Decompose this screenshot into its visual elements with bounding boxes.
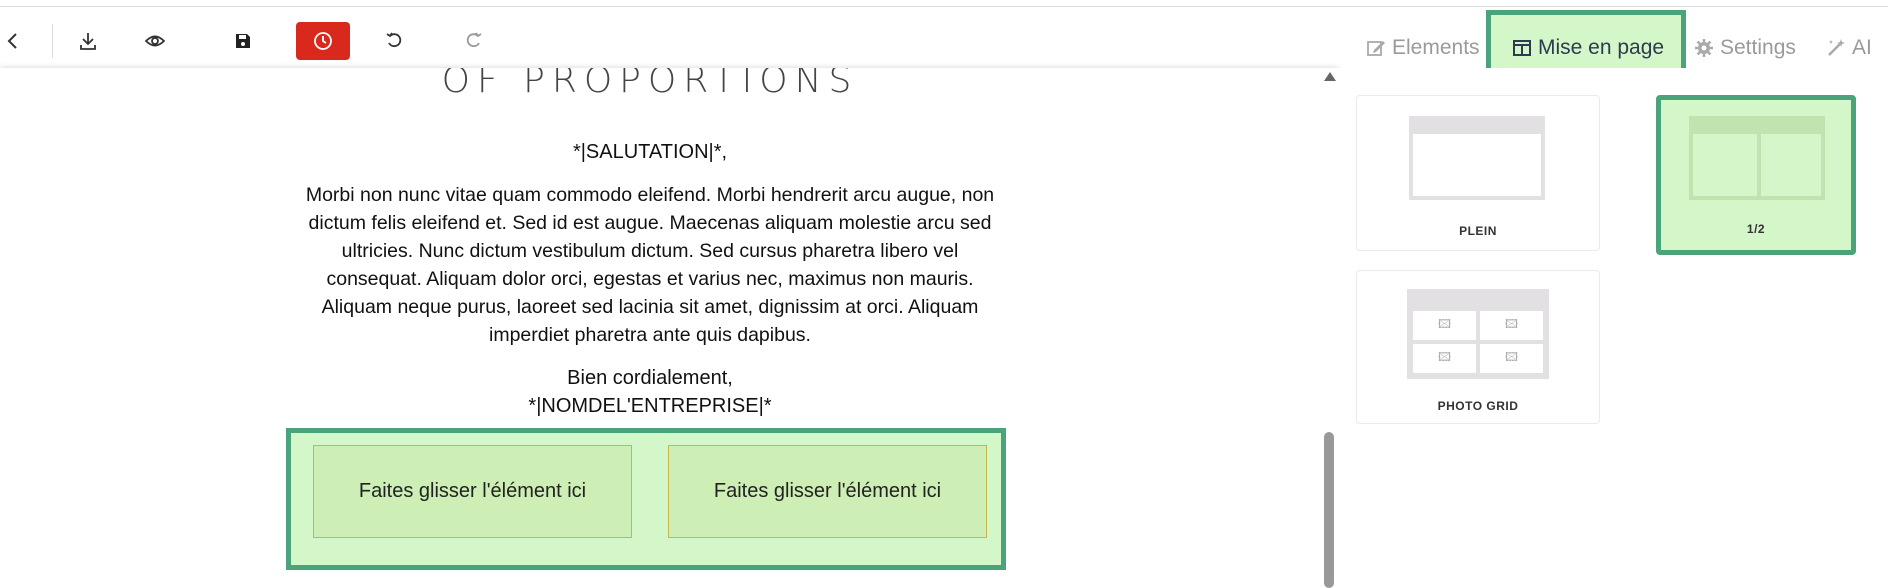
- drop-zone-left[interactable]: Faites glisser l'élément ici: [313, 445, 632, 538]
- columns-icon: [1513, 40, 1531, 56]
- undo-button[interactable]: [368, 22, 422, 60]
- half-layout-thumbnail-icon: [1689, 116, 1825, 200]
- tab-ai[interactable]: AI: [1826, 28, 1872, 68]
- save-button[interactable]: [216, 22, 270, 60]
- layout-card-photo-grid-label: PHOTO GRID: [1437, 399, 1519, 413]
- tab-settings[interactable]: Settings: [1694, 28, 1796, 68]
- download-icon: [80, 33, 96, 50]
- layout-card-photo-grid[interactable]: 🖾 🖾 🖾 🖾 PHOTO GRID: [1356, 270, 1600, 424]
- canvas-scrollbar[interactable]: [1320, 68, 1338, 588]
- closing-line-1: Bien cordialement,: [567, 367, 733, 389]
- two-column-block[interactable]: Faites glisser l'élément ici Faites glis…: [286, 428, 1006, 570]
- undo-icon: [386, 32, 402, 48]
- layout-card-full-label: PLEIN: [1459, 224, 1497, 238]
- thumbnail-divider: [1757, 134, 1761, 200]
- tab-settings-label: Settings: [1720, 36, 1796, 59]
- layout-card-full[interactable]: PLEIN: [1356, 95, 1600, 251]
- back-button[interactable]: [0, 22, 40, 60]
- window-top-border: [0, 0, 1888, 7]
- tab-elements-label: Elements: [1392, 36, 1480, 59]
- closing-line-2: *|NOMDEL'ENTREPRISE|*: [528, 395, 772, 417]
- image-placeholder-icon: 🖾: [1480, 344, 1543, 373]
- redo-icon: [466, 32, 482, 48]
- toolbar-separator: [52, 24, 53, 58]
- magic-wand-icon: [1828, 39, 1845, 56]
- tab-elements[interactable]: Elements: [1366, 28, 1480, 68]
- thumbnail-header: [1413, 120, 1541, 134]
- history-button[interactable]: [296, 22, 350, 60]
- tab-ai-label: AI: [1852, 36, 1872, 59]
- gear-icon: [1695, 39, 1713, 57]
- tab-layout-label: Mise en page: [1538, 36, 1665, 59]
- image-placeholder-icon: 🖾: [1413, 344, 1476, 373]
- image-placeholder-icon: 🖾: [1413, 311, 1476, 340]
- thumbnail-header: [1693, 120, 1821, 134]
- email-salutation[interactable]: *|SALUTATION|*,: [300, 141, 1000, 164]
- edit-icon: [1367, 41, 1385, 56]
- layout-card-half[interactable]: 1/2: [1656, 95, 1856, 255]
- layout-card-half-label: 1/2: [1746, 222, 1766, 236]
- photo-grid-thumbnail-icon: 🖾 🖾 🖾 🖾: [1407, 289, 1549, 379]
- tab-layout[interactable]: Mise en page: [1512, 28, 1664, 68]
- email-body-text[interactable]: Morbi non nunc vitae quam commodo eleife…: [300, 181, 1000, 349]
- scroll-up-arrow-icon[interactable]: [1324, 72, 1336, 81]
- drop-zone-right[interactable]: Faites glisser l'élément ici: [668, 445, 987, 538]
- image-placeholder-icon: 🖾: [1480, 311, 1543, 340]
- chevron-left-icon: [7, 33, 17, 49]
- email-closing[interactable]: Bien cordialement, *|NOMDEL'ENTREPRISE|*: [300, 364, 1000, 420]
- layout-panel: PLEIN 1/2 🖾 🖾 🖾 🖾 PHOTO GRID: [1338, 68, 1888, 588]
- email-canvas: OF PROPORTIONS *|SALUTATION|*, Morbi non…: [0, 68, 1338, 588]
- scroll-thumb[interactable]: [1324, 432, 1334, 588]
- preview-button[interactable]: [128, 22, 182, 60]
- email-heading: OF PROPORTIONS: [441, 68, 859, 101]
- editor-toolbar: Elements Mise en page Settings AI: [0, 8, 1888, 90]
- clock-icon: [314, 32, 332, 50]
- floppy-disk-icon: [236, 34, 250, 48]
- full-layout-thumbnail-icon: [1409, 116, 1545, 200]
- eye-icon: [145, 35, 165, 47]
- redo-button[interactable]: [446, 22, 500, 60]
- download-button[interactable]: [61, 22, 115, 60]
